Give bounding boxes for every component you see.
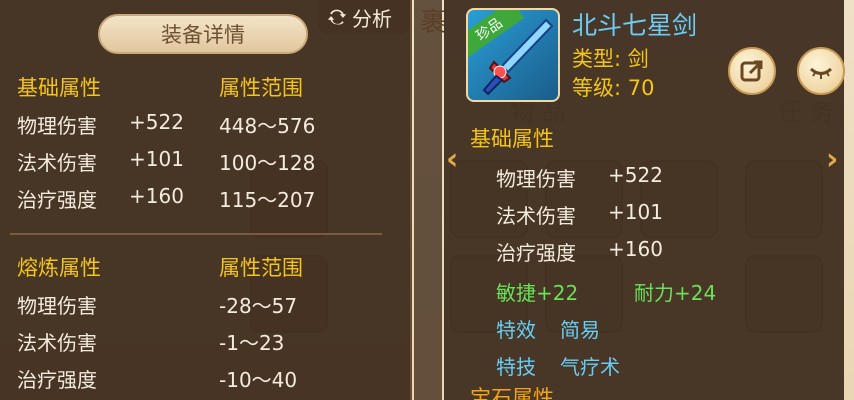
attr-value: +522 (608, 163, 663, 187)
level-value: 70 (627, 76, 655, 100)
attr-name: 治疗强度 (17, 188, 97, 212)
bonus-attr: 耐力+24 (634, 281, 717, 305)
equipment-detail-panel: 装备详情 分析 基础属性 属性范围 物理伤害 +522 448～576 法术伤害… (0, 0, 412, 400)
attr-value: +160 (608, 237, 663, 261)
type-value: 剑 (627, 47, 649, 71)
base-attr-row: 物理伤害 +522 448～576 (17, 110, 397, 144)
attr-range: 448～576 (219, 114, 316, 138)
analyze-label: 分析 (352, 6, 392, 31)
base-range-title: 属性范围 (219, 76, 303, 100)
panel-separator (414, 0, 442, 400)
prev-arrow-icon[interactable]: ‹ (446, 142, 458, 177)
section-divider (10, 233, 382, 235)
attr-value: +160 (129, 184, 184, 208)
bag-tab-label[interactable]: 裹 (420, 2, 446, 39)
panel-title: 装备详情 (161, 23, 245, 47)
item-level: 等级: 70 (572, 72, 655, 102)
analyze-button[interactable]: 分析 (318, 0, 410, 34)
smelt-attr-row: 法术伤害 -1～23 (17, 327, 397, 361)
refresh-icon (327, 9, 347, 25)
special-skill-value: 气疗术 (560, 355, 620, 379)
special-effect-value: 简易 (560, 318, 600, 342)
attr-name: 治疗强度 (17, 368, 97, 392)
base-attr-row: 法术伤害 +101 100～128 (17, 147, 397, 181)
hide-button[interactable] (797, 47, 845, 95)
attr-range: -28～57 (219, 294, 298, 318)
gem-attr-title: 宝石属性 (470, 386, 554, 400)
base-attr-row: 治疗强度 +160 115～207 (17, 184, 397, 218)
special-effect-label: 特效 (496, 318, 536, 342)
type-label: 类型: (572, 47, 622, 71)
attr-range: -1～23 (219, 331, 285, 355)
attr-name: 治疗强度 (496, 241, 576, 265)
share-icon (740, 60, 763, 82)
attr-value: +101 (608, 200, 663, 224)
attr-name: 法术伤害 (17, 151, 97, 175)
item-icon[interactable]: 珍品 (466, 8, 560, 102)
attr-range: 100～128 (219, 151, 316, 175)
item-type: 类型: 剑 (572, 43, 649, 73)
attr-value: +522 (129, 110, 184, 134)
eye-closed-icon (809, 67, 833, 79)
attr-range: -10～40 (219, 368, 298, 392)
next-arrow-icon[interactable]: › (826, 142, 838, 177)
tooltip-base-title: 基础属性 (470, 127, 554, 151)
base-attr-title: 基础属性 (17, 76, 101, 100)
smelt-range-title: 属性范围 (219, 256, 303, 280)
smelt-attr-row: 治疗强度 -10～40 (17, 364, 397, 398)
attr-name: 法术伤害 (17, 331, 97, 355)
attr-range: 115～207 (219, 188, 316, 212)
item-name: 北斗七星剑 (572, 11, 698, 40)
special-skill-label: 特技 (496, 355, 536, 379)
attr-name: 物理伤害 (17, 294, 97, 318)
attr-value: +101 (129, 147, 184, 171)
bonus-attr: 敏捷+22 (496, 281, 579, 305)
panel-title-banner: 装备详情 (98, 14, 308, 54)
smelt-attr-title: 熔炼属性 (17, 256, 101, 280)
attr-name: 物理伤害 (17, 114, 97, 138)
share-button[interactable] (728, 47, 776, 95)
smelt-attr-row: 物理伤害 -28～57 (17, 290, 397, 324)
attr-name: 物理伤害 (496, 167, 576, 191)
level-label: 等级: (572, 76, 622, 100)
attr-name: 法术伤害 (496, 204, 576, 228)
